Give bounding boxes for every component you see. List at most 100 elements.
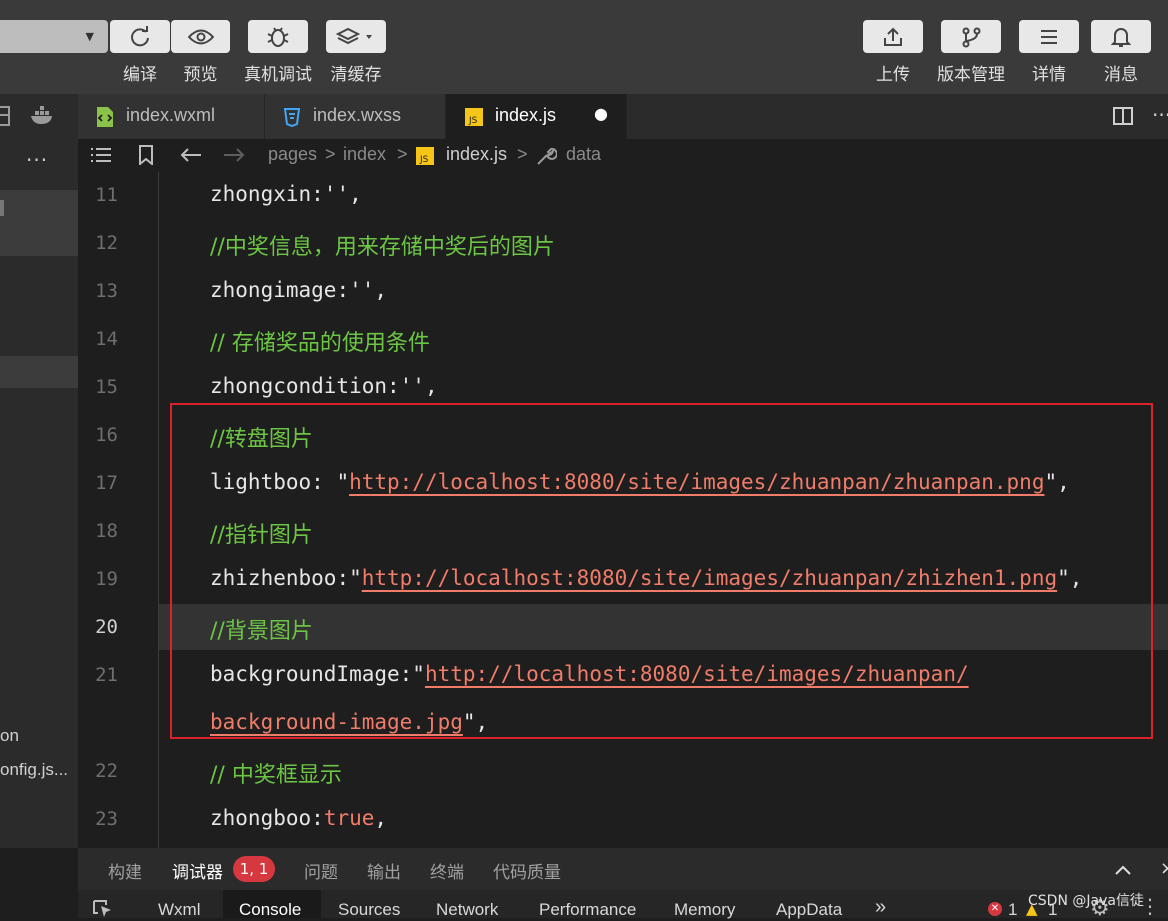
upload-button[interactable] xyxy=(863,20,923,53)
breadcrumb-separator: > xyxy=(517,144,528,164)
forward-arrow-icon[interactable] xyxy=(223,147,245,163)
debugger-count-badge: 1, 1 xyxy=(233,856,275,882)
sidebar-file-item[interactable]: onfig.js... xyxy=(0,760,68,780)
menu-icon xyxy=(1041,29,1057,44)
devtools-tab-memory[interactable]: Memory xyxy=(674,900,735,920)
breadcrumb-item[interactable]: pages xyxy=(268,144,317,165)
docker-icon[interactable] xyxy=(30,106,56,126)
devtools-tab-network[interactable]: Network xyxy=(436,900,498,920)
close-panel-icon[interactable]: × xyxy=(1160,858,1168,879)
devtools-tab-appdata[interactable]: AppData xyxy=(776,900,842,920)
breadcrumb-separator: > xyxy=(397,144,408,164)
breadcrumb: pages > index > JS index.js > data xyxy=(78,139,1168,172)
bottom-panel-tabs: 构建 调试器 1, 1 问题 输出 终端 代码质量 × xyxy=(78,848,1168,890)
compile-mode-select[interactable]: ▼ xyxy=(0,20,108,53)
devtools-tab-sources[interactable]: Sources xyxy=(338,900,400,920)
devtools-tab-wxml[interactable]: Wxml xyxy=(158,900,200,920)
svg-text:JS: JS xyxy=(419,155,429,165)
upload-icon xyxy=(884,27,902,46)
tab-label: index.wxml xyxy=(126,105,216,125)
code-line: zhongcondition:'', xyxy=(210,374,438,398)
line-number: 15 xyxy=(95,376,118,398)
comma: , xyxy=(374,806,388,830)
code-line: zhongimage:'', xyxy=(210,278,387,302)
details-button[interactable] xyxy=(1019,20,1079,53)
more-devtools-tabs-icon[interactable]: » xyxy=(875,896,886,919)
tab-code-quality[interactable]: 代码质量 xyxy=(493,858,561,883)
remote-debug-button[interactable] xyxy=(248,20,308,53)
folder-marker xyxy=(0,200,4,216)
line-number-current: 20 xyxy=(95,616,118,638)
line-number: 14 xyxy=(95,328,118,350)
sidebar-selected-file[interactable] xyxy=(0,356,78,388)
tab-terminal[interactable]: 终端 xyxy=(430,858,464,883)
line-number: 11 xyxy=(95,184,118,206)
top-toolbar: ▼ 编译 预览 真机调试 清缓存 上传 版本管理 详情 消息 xyxy=(0,0,1168,94)
editor-tab-bar: index.wxml index.wxss JS index.js ● ··· xyxy=(78,94,1168,139)
element-picker-icon[interactable] xyxy=(93,900,113,918)
svg-text:JS: JS xyxy=(468,116,478,126)
tab-build[interactable]: 构建 xyxy=(108,858,142,883)
tab-label: index.wxss xyxy=(313,105,402,125)
sidebar-file-item[interactable]: on xyxy=(0,726,19,746)
clear-cache-button[interactable] xyxy=(326,20,386,53)
split-editor-icon[interactable] xyxy=(1113,107,1133,125)
eye-icon xyxy=(187,29,214,44)
version-control-label: 版本管理 xyxy=(937,65,1005,85)
property-key: zhongimage xyxy=(210,278,337,302)
line-number: 12 xyxy=(95,232,118,254)
messages-label: 消息 xyxy=(1104,65,1138,85)
tab-problems[interactable]: 问题 xyxy=(304,858,338,883)
layout-icon[interactable] xyxy=(0,106,10,126)
back-arrow-icon[interactable] xyxy=(180,147,202,163)
bug-icon xyxy=(267,26,289,47)
details-label: 详情 xyxy=(1032,65,1066,85)
layers-icon xyxy=(336,27,372,44)
js-file-icon: JS xyxy=(416,147,434,165)
error-count[interactable]: 1 xyxy=(1008,900,1017,920)
tab-index-wxss[interactable]: index.wxss xyxy=(265,94,446,139)
chevron-up-icon[interactable] xyxy=(1114,864,1132,876)
branch-icon xyxy=(962,27,981,47)
outline-icon[interactable] xyxy=(90,147,112,163)
chevron-down-icon: ▼ xyxy=(85,30,94,43)
line-number: 17 xyxy=(95,472,118,494)
refresh-icon xyxy=(131,25,149,46)
code-comment: // 中奖框显示 xyxy=(210,763,342,788)
code-editor[interactable]: 11 12 13 14 15 16 17 18 19 20 21 22 23 z… xyxy=(78,172,1168,848)
wrench-icon xyxy=(537,147,557,165)
line-number: 18 xyxy=(95,520,118,542)
boolean-value: true xyxy=(323,806,375,830)
more-actions-icon[interactable]: ··· xyxy=(26,148,48,172)
indent-guide xyxy=(158,172,159,848)
wxml-file-icon xyxy=(97,107,113,127)
error-icon: ✕ xyxy=(988,902,1002,916)
file-explorer-sidebar: ··· on onfig.js... xyxy=(0,94,78,848)
property-key: zhongboo xyxy=(210,806,312,830)
breadcrumb-item[interactable]: data xyxy=(566,144,601,165)
sidebar-selected-folder[interactable] xyxy=(0,190,78,256)
preview-button[interactable] xyxy=(171,20,230,53)
code-comment: //中奖信息，用来存储中奖后的图片 xyxy=(210,235,555,260)
upload-label: 上传 xyxy=(876,65,910,85)
messages-button[interactable] xyxy=(1091,20,1151,53)
unsaved-dot-icon[interactable]: ● xyxy=(594,104,608,123)
version-control-button[interactable] xyxy=(941,20,1001,53)
breadcrumb-item[interactable]: index xyxy=(343,144,386,165)
line-number: 19 xyxy=(95,568,118,590)
watermark: CSDN @Java信徒 xyxy=(1028,893,1144,909)
devtools-tabbar: Wxml Console Sources Network Performance… xyxy=(78,890,1168,921)
tab-output[interactable]: 输出 xyxy=(367,858,401,883)
tab-debugger[interactable]: 调试器 xyxy=(172,858,223,883)
tab-index-wxml[interactable]: index.wxml xyxy=(78,94,265,139)
more-tabs-icon[interactable]: ··· xyxy=(1152,103,1168,127)
devtools-tab-console[interactable]: Console xyxy=(239,900,301,920)
devtools-tab-performance[interactable]: Performance xyxy=(539,900,636,920)
preview-label: 预览 xyxy=(183,65,218,85)
breadcrumb-item[interactable]: index.js xyxy=(446,144,507,165)
compile-button[interactable] xyxy=(110,20,170,53)
property-value: :'', xyxy=(311,182,362,206)
bookmark-icon[interactable] xyxy=(138,145,154,165)
tab-index-js[interactable]: JS index.js ● xyxy=(446,94,627,139)
highlight-box xyxy=(170,403,1153,739)
